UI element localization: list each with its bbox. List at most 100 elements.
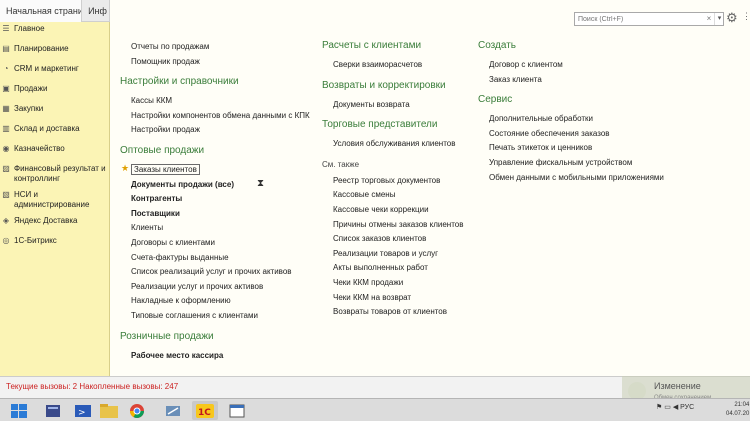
sidebar-item-label: Склад и доставка [14, 124, 80, 133]
sidebar-item-8[interactable]: ▧ НСИ и администрирование [0, 188, 109, 214]
tray-network-icon[interactable]: ▭ [664, 404, 671, 411]
link-service-conditions[interactable]: Условия обслуживания клиентов [322, 137, 472, 152]
column-1: Отчеты по продажам Помощник продаж Настр… [120, 40, 320, 363]
link-cashier-workplace[interactable]: Рабочее место кассира [120, 349, 320, 364]
notification-title: Изменение [654, 381, 701, 391]
tab-info[interactable]: Инф [82, 0, 110, 22]
sidebar-item-10[interactable]: ◎ 1С-Битрикс [0, 234, 109, 254]
clock-time: 21:04 [734, 402, 750, 408]
tab-bar: Начальная страница Инф [0, 0, 110, 22]
section-service-title: Сервис [478, 94, 513, 106]
svg-text:>: > [78, 408, 86, 418]
link-order-cancel-reasons[interactable]: Причины отмены заказов клиентов [322, 218, 472, 233]
search-dropdown-icon[interactable]: ▾ [714, 13, 724, 25]
sidebar-item-5[interactable]: ▥ Склад и доставка [0, 122, 109, 142]
section-returns-title: Возвраты и корректировки [322, 79, 446, 91]
sidebar-item-label: Финансовый результат и контроллинг [14, 164, 106, 183]
link-customer-returns[interactable]: Возвраты товаров от клиентов [322, 305, 472, 320]
admin-icon: ▧ [2, 190, 10, 199]
taskbar-clock[interactable]: 21:04 04.07.20 [726, 401, 749, 419]
section-settlements-title: Расчеты с клиентами [322, 40, 422, 51]
tray-volume-icon[interactable]: ◀ [673, 404, 678, 411]
link-work-acts[interactable]: Акты выполненных работ [322, 261, 472, 276]
1c-app-icon[interactable]: 1С [192, 401, 218, 420]
link-new-client-contract[interactable]: Договор с клиентом [478, 58, 688, 73]
favorite-star-icon[interactable]: ★ [121, 163, 129, 174]
link-counterparties[interactable]: Контрагенты [120, 192, 320, 207]
link-sales-reports[interactable]: Отчеты по продажам [120, 40, 320, 55]
sidebar: ☰ Главное ▤ Планирование ◔ CRM и маркетинг ▣ Пр… [0, 22, 110, 376]
sidebar-item-label: Продажи [14, 84, 48, 93]
link-correction-receipts[interactable]: Кассовые чеки коррекции [322, 203, 472, 218]
sidebar-item-3[interactable]: ▣ Продажи [0, 82, 109, 102]
sidebar-item-label: 1С-Битрикс [14, 236, 57, 245]
link-trade-documents-registry[interactable]: Реестр торговых документов [322, 174, 472, 189]
sidebar-item-label: Яндекс Доставка [14, 216, 78, 225]
link-sales-documents-all[interactable]: Документы продажи (все) [120, 178, 320, 193]
more-icon[interactable]: ⋮ [742, 11, 750, 22]
sidebar-item-2[interactable]: ◔ CRM и маркетинг [0, 62, 109, 82]
link-sales-assistant[interactable]: Помощник продаж [120, 55, 320, 70]
status-calls-text: Текущие вызовы: 2 Накопленные вызовы: 24… [6, 382, 179, 391]
link-kpk-exchange-settings[interactable]: Настройки компонентов обмена данными с К… [120, 109, 320, 124]
link-goods-sales[interactable]: Реализации товаров и услуг [322, 247, 472, 262]
purchases-icon: ▦ [2, 104, 10, 113]
sidebar-item-0[interactable]: ☰ Главное [0, 22, 109, 42]
link-order-supply-state[interactable]: Состояние обеспечения заказов [478, 127, 688, 142]
selected-link-label: Заказы клиентов [131, 163, 200, 175]
tray-language[interactable]: РУС [680, 404, 694, 411]
file-explorer-icon[interactable] [96, 401, 122, 420]
see-also-label: См. также [322, 159, 360, 169]
link-waybills-to-process[interactable]: Накладные к оформлению [120, 294, 320, 309]
powershell-icon[interactable]: > [70, 401, 96, 420]
link-fiscal-device[interactable]: Управление фискальным устройством [478, 156, 688, 171]
network-tool-icon[interactable] [160, 401, 186, 420]
yandex-icon: ◈ [2, 216, 10, 225]
tray-flag-icon[interactable]: ⚑ [656, 404, 662, 411]
section-create-title: Создать [478, 40, 517, 51]
start-button-icon[interactable] [6, 401, 32, 420]
sidebar-item-7[interactable]: ▨ Финансовый результат и контроллинг [0, 162, 109, 188]
link-kkm-sale-receipts[interactable]: Чеки ККМ продажи [322, 276, 472, 291]
svg-text:1С: 1С [198, 408, 211, 418]
link-kkm-return-receipts[interactable]: Чеки ККМ на возврат [322, 291, 472, 306]
link-service-sales[interactable]: Реализации услуг и прочих активов [120, 280, 320, 295]
hourglass-cursor-icon: ⧗ [257, 178, 265, 189]
link-additional-processing[interactable]: Дополнительные обработки [478, 112, 688, 127]
link-kkm-registers[interactable]: Кассы ККМ [120, 94, 320, 109]
link-clients[interactable]: Клиенты [120, 221, 320, 236]
sidebar-item-6[interactable]: ◉ Казначейство [0, 142, 109, 162]
section-agents-title: Торговые представители [322, 119, 438, 131]
link-new-customer-order[interactable]: Заказ клиента [478, 73, 688, 88]
link-customer-orders[interactable]: Заказы клиентов [120, 163, 320, 178]
link-issued-invoices[interactable]: Счета-фактуры выданные [120, 251, 320, 266]
bitrix-icon: ◎ [2, 236, 10, 245]
link-customer-orders-list[interactable]: Список заказов клиентов [322, 232, 472, 247]
tab-home[interactable]: Начальная страница [0, 0, 83, 22]
section-settings-title: Настройки и справочники [120, 76, 239, 88]
search-clear-icon[interactable]: × [704, 13, 714, 25]
main-panel: × ▾ ⚙ ⋮ Отчеты по продажам Помощник прод… [110, 0, 750, 376]
gear-icon[interactable]: ⚙ [726, 10, 738, 26]
link-standard-agreements[interactable]: Типовые соглашения с клиентами [120, 309, 320, 324]
sidebar-item-9[interactable]: ◈ Яндекс Доставка [0, 214, 109, 234]
link-service-sales-list[interactable]: Список реализаций услуг и прочих активов [120, 265, 320, 280]
link-print-labels[interactable]: Печать этикеток и ценников [478, 141, 688, 156]
chrome-icon[interactable] [124, 401, 150, 420]
server-manager-icon[interactable] [40, 401, 66, 420]
link-suppliers[interactable]: Поставщики [120, 207, 320, 222]
link-mobile-exchange[interactable]: Обмен данными с мобильными приложениями [478, 171, 688, 186]
link-reconciliations[interactable]: Сверки взаиморасчетов [322, 58, 472, 73]
window-icon[interactable] [224, 401, 250, 420]
treasury-icon: ◉ [2, 144, 10, 153]
finance-icon: ▨ [2, 164, 10, 173]
tray-icons: ⚑ ▭ ◀ РУС [656, 403, 694, 411]
link-cash-shifts[interactable]: Кассовые смены [322, 188, 472, 203]
taskbar: > 1С ⚑ ▭ ◀ РУС 21:04 04.07.20 [0, 398, 750, 421]
sidebar-item-4[interactable]: ▦ Закупки [0, 102, 109, 122]
link-sales-settings[interactable]: Настройки продаж [120, 123, 320, 138]
search-input[interactable] [574, 12, 724, 26]
sidebar-item-1[interactable]: ▤ Планирование [0, 42, 109, 62]
link-return-documents[interactable]: Документы возврата [322, 98, 472, 113]
link-client-contracts[interactable]: Договоры с клиентами [120, 236, 320, 251]
